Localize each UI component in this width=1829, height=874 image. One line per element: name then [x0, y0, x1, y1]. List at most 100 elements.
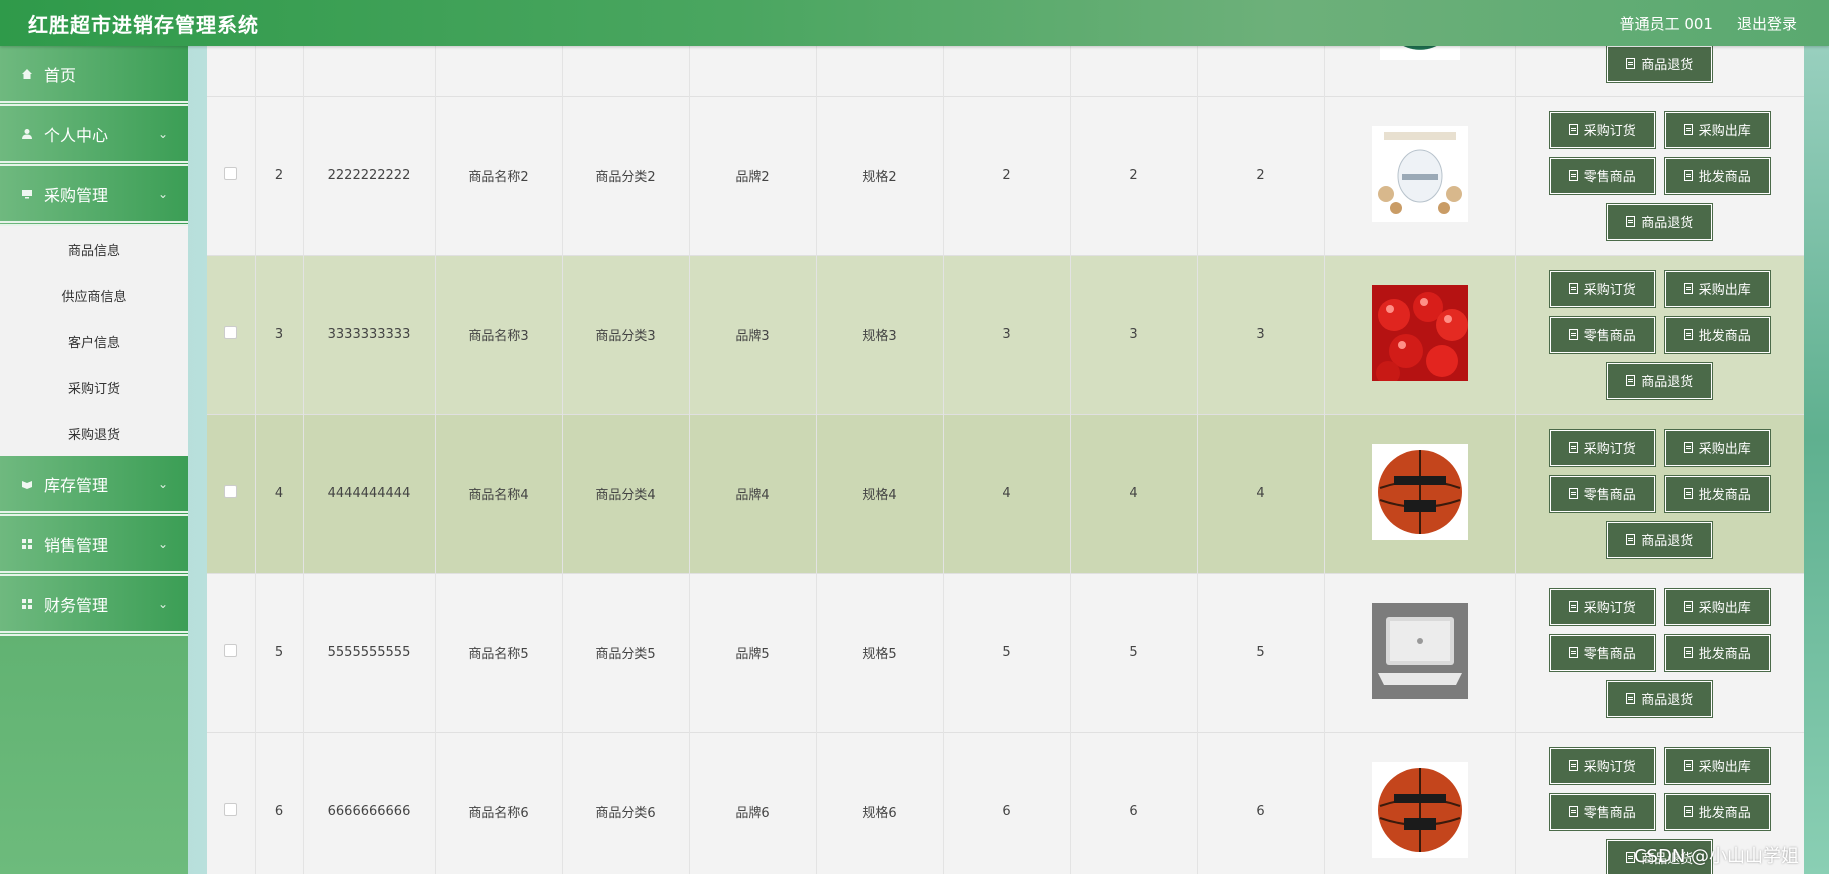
sidebar-item-home[interactable]: 首页	[0, 46, 188, 106]
document-icon	[1683, 647, 1693, 658]
table-row: 3 3333333333 商品名称3 商品分类3 品牌3 规格3 3 3 3 采…	[207, 255, 1804, 414]
cell-v2: 4	[1070, 414, 1198, 573]
logout-button[interactable]: 退出登录	[1737, 13, 1797, 34]
user-icon	[20, 127, 34, 141]
product-image	[1371, 284, 1468, 381]
purchase-out-button[interactable]: 采购出库	[1663, 110, 1771, 149]
row-checkbox[interactable]	[224, 644, 238, 657]
cell-spec: 规格4	[816, 414, 944, 573]
submenu-item-purchase-order[interactable]: 采购订货	[0, 364, 188, 410]
submenu-item-purchase-return[interactable]: 采购退货	[0, 410, 188, 456]
submenu-item-supplier-info[interactable]: 供应商信息	[0, 272, 188, 318]
row-checkbox[interactable]	[224, 326, 238, 339]
cell-id: 4	[255, 414, 304, 573]
purchase-order-button[interactable]: 采购订货	[1548, 746, 1656, 785]
cell-brand: 品牌6	[689, 732, 817, 874]
sidebar-item-finance[interactable]: 财务管理 ⌄	[0, 576, 188, 636]
product-image	[1371, 443, 1468, 540]
product-image	[1371, 602, 1468, 699]
retail-button[interactable]: 零售商品	[1548, 315, 1656, 354]
wholesale-button[interactable]: 批发商品	[1663, 474, 1771, 513]
retail-button[interactable]: 零售商品	[1548, 156, 1656, 195]
cell-code: 2222222222	[303, 96, 436, 255]
document-icon	[1683, 806, 1693, 817]
sidebar-item-label: 财务管理	[44, 595, 109, 615]
document-icon	[1568, 760, 1578, 771]
purchase-order-button[interactable]: 采购订货	[1548, 428, 1656, 467]
purchase-out-button[interactable]: 采购出库	[1663, 587, 1771, 626]
purchase-order-button[interactable]: 采购订货	[1548, 269, 1656, 308]
cell-name: 商品名称2	[435, 96, 563, 255]
document-icon	[1568, 806, 1578, 817]
purchase-submenu: 商品信息 供应商信息 客户信息 采购订货 采购退货	[0, 226, 188, 456]
document-icon	[1683, 329, 1693, 340]
grid-icon	[20, 537, 34, 551]
wholesale-button[interactable]: 批发商品	[1663, 633, 1771, 672]
sidebar-item-label: 采购管理	[44, 185, 109, 205]
wholesale-button[interactable]: 批发商品	[1663, 156, 1771, 195]
cell-v2: 2	[1070, 96, 1198, 255]
cell-v3: 4	[1197, 414, 1325, 573]
return-button[interactable]: 商品退货	[1606, 202, 1714, 241]
cell-name: 商品名称6	[435, 732, 563, 874]
cell-brand: 品牌2	[689, 96, 817, 255]
cell-id: 2	[255, 96, 304, 255]
sidebar-item-profile[interactable]: 个人中心 ⌄	[0, 106, 188, 166]
cell-v2: 6	[1070, 732, 1198, 874]
cell-spec: 规格3	[816, 255, 944, 414]
cell-v3: 3	[1197, 255, 1325, 414]
watermark: CSDN @小山山学姐	[1633, 846, 1799, 867]
purchase-out-button[interactable]: 采购出库	[1663, 269, 1771, 308]
document-icon	[1568, 329, 1578, 340]
cell-code: 4444444444	[303, 414, 436, 573]
product-image	[1371, 761, 1468, 858]
document-icon	[1683, 124, 1693, 135]
document-icon	[1626, 375, 1636, 386]
row-checkbox[interactable]	[224, 803, 238, 816]
home-icon	[20, 67, 34, 81]
document-icon	[1568, 488, 1578, 499]
row-checkbox[interactable]	[224, 485, 238, 498]
app-title: 红胜超市进销存管理系统	[28, 14, 259, 37]
cell-brand: 品牌4	[689, 414, 817, 573]
cell-category: 商品分类4	[562, 414, 690, 573]
cell-v2: 3	[1070, 255, 1198, 414]
table-row: 2 2222222222 商品名称2 商品分类2 品牌2 规格2 2 2 2 采…	[207, 96, 1804, 255]
wholesale-button[interactable]: 批发商品	[1663, 315, 1771, 354]
box-icon	[20, 477, 34, 491]
monitor-icon	[20, 187, 34, 201]
submenu-item-customer-info[interactable]: 客户信息	[0, 318, 188, 364]
retail-button[interactable]: 零售商品	[1548, 474, 1656, 513]
sidebar-item-sales[interactable]: 销售管理 ⌄	[0, 516, 188, 576]
row-checkbox[interactable]	[224, 167, 238, 180]
purchase-order-button[interactable]: 采购订货	[1548, 587, 1656, 626]
cell-name: 商品名称4	[435, 414, 563, 573]
return-button[interactable]: 商品退货	[1606, 361, 1714, 400]
sidebar-item-label: 首页	[44, 65, 77, 85]
purchase-order-button[interactable]: 采购订货	[1548, 110, 1656, 149]
sidebar-item-label: 销售管理	[44, 535, 109, 555]
sidebar-item-inventory[interactable]: 库存管理 ⌄	[0, 456, 188, 516]
product-image	[1371, 125, 1468, 222]
cell-code: 5555555555	[303, 573, 436, 732]
table-row: 6 6666666666 商品名称6 商品分类6 品牌6 规格6 6 6 6 采…	[207, 732, 1804, 874]
return-button[interactable]: 商品退货	[1606, 679, 1714, 718]
purchase-out-button[interactable]: 采购出库	[1663, 746, 1771, 785]
cell-code: 6666666666	[303, 732, 436, 874]
cell-name: 商品名称3	[435, 255, 563, 414]
cell-v1: 3	[943, 255, 1071, 414]
cell-v3: 5	[1197, 573, 1325, 732]
submenu-item-product-info[interactable]: 商品信息	[0, 226, 188, 272]
return-button[interactable]: 商品退货	[1606, 44, 1714, 83]
return-button[interactable]: 商品退货	[1606, 520, 1714, 559]
product-table-area: 1 1111111111 商品名称1 商品分类1 品牌1 规格1 1 1 1 商…	[207, 0, 1804, 874]
product-table: 1 1111111111 商品名称1 商品分类1 品牌1 规格1 1 1 1 商…	[207, 0, 1804, 874]
purchase-out-button[interactable]: 采购出库	[1663, 428, 1771, 467]
retail-button[interactable]: 零售商品	[1548, 633, 1656, 672]
sidebar-item-purchase[interactable]: 采购管理 ⌄	[0, 166, 188, 226]
cell-spec: 规格6	[816, 732, 944, 874]
cell-brand: 品牌3	[689, 255, 817, 414]
wholesale-button[interactable]: 批发商品	[1663, 792, 1771, 831]
sidebar-item-label: 个人中心	[44, 125, 109, 145]
retail-button[interactable]: 零售商品	[1548, 792, 1656, 831]
